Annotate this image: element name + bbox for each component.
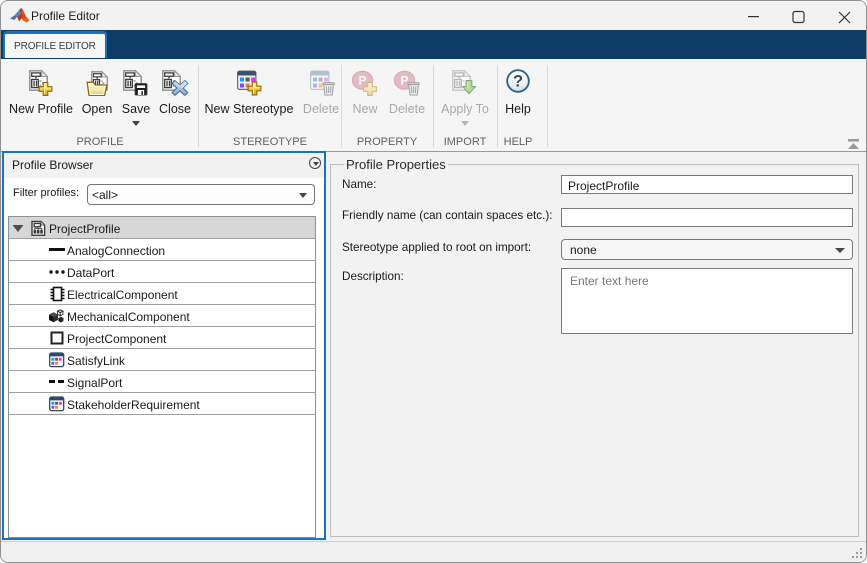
- svg-text:?: ?: [513, 73, 523, 91]
